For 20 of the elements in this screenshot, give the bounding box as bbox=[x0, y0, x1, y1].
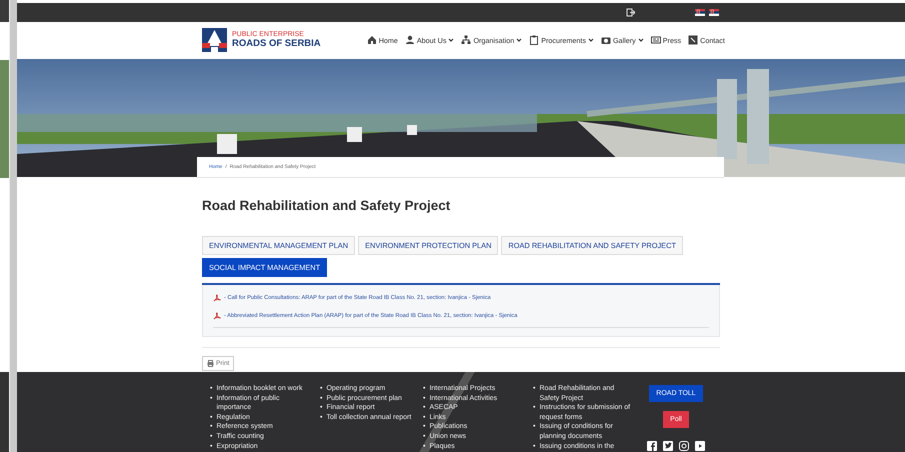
youtube-icon[interactable] bbox=[695, 441, 705, 451]
pdf-icon bbox=[213, 312, 221, 320]
flag-icon[interactable] bbox=[695, 8, 705, 16]
twitter-icon[interactable] bbox=[663, 441, 673, 451]
clipboard-icon bbox=[529, 35, 540, 46]
login-icon[interactable] bbox=[626, 8, 635, 17]
logo-icon bbox=[202, 28, 227, 52]
instagram-icon[interactable] bbox=[679, 441, 689, 451]
pdf-icon bbox=[213, 294, 221, 302]
sitemap-icon bbox=[461, 35, 472, 46]
newspaper-icon bbox=[650, 35, 661, 46]
facebook-icon[interactable] bbox=[647, 441, 657, 451]
user-icon bbox=[404, 35, 415, 46]
scrollbar[interactable] bbox=[9, 0, 17, 452]
camera-icon bbox=[600, 35, 611, 46]
page-title: Road Rehabilitation and Safety Project bbox=[202, 198, 452, 213]
home-icon bbox=[366, 35, 377, 46]
printer-icon bbox=[207, 360, 214, 367]
logo-text: ROADS OF SERBIA bbox=[232, 39, 321, 50]
flag-icon[interactable] bbox=[709, 8, 719, 16]
